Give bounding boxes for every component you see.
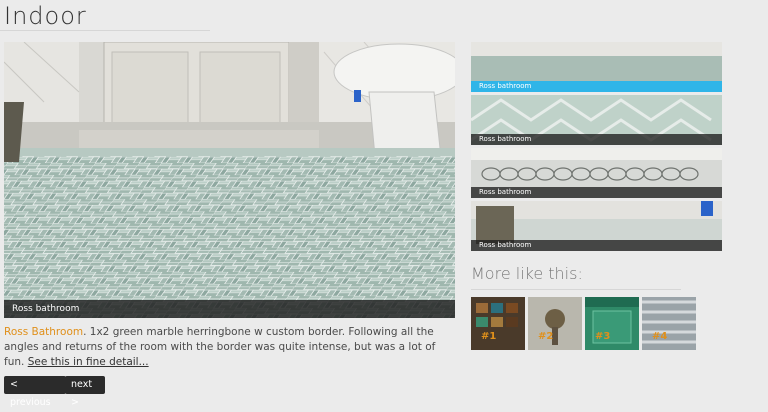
thumbnail-caption: Ross bathroom bbox=[471, 240, 722, 251]
related-thumbnail-image bbox=[642, 297, 696, 350]
related-item-number: #2 bbox=[538, 331, 554, 342]
related-thumbnail-image bbox=[528, 297, 582, 350]
related-thumbnail-image bbox=[585, 297, 639, 350]
bathroom-floor-image bbox=[4, 42, 455, 318]
related-item-2[interactable]: #2 bbox=[528, 297, 582, 350]
photo-description: Ross Bathroom. 1x2 green marble herringb… bbox=[4, 325, 454, 370]
related-thumbnail-image bbox=[471, 297, 525, 350]
related-item-number: #1 bbox=[481, 331, 497, 342]
thumbnail-1[interactable]: Ross bathroom bbox=[471, 42, 722, 92]
project-name[interactable]: Ross Bathroom bbox=[4, 326, 83, 338]
related-item-1[interactable]: #1 bbox=[471, 297, 525, 350]
thumbnail-caption: Ross bathroom bbox=[471, 134, 722, 145]
thumbnail-caption: Ross bathroom bbox=[471, 81, 722, 92]
thumbnail-2[interactable]: Ross bathroom bbox=[471, 95, 722, 145]
more-like-this-heading: More like this: bbox=[471, 264, 583, 283]
thumbnail-4[interactable]: Ross bathroom bbox=[471, 201, 722, 251]
next-button[interactable]: next > bbox=[65, 376, 105, 408]
thumbnail-caption: Ross bathroom bbox=[471, 187, 722, 198]
related-item-number: #3 bbox=[595, 331, 611, 342]
related-item-3[interactable]: #3 bbox=[585, 297, 639, 350]
fine-detail-link[interactable]: See this in fine detail... bbox=[28, 356, 149, 368]
thumbnail-3[interactable]: Ross bathroom bbox=[471, 148, 722, 198]
main-photo[interactable]: Ross bathroom bbox=[4, 42, 455, 318]
previous-button[interactable]: < previous bbox=[4, 376, 66, 408]
page-title: Indoor bbox=[4, 2, 87, 30]
main-photo-caption: Ross bathroom bbox=[4, 300, 455, 318]
more-like-this-divider bbox=[471, 289, 681, 290]
related-item-number: #4 bbox=[652, 331, 668, 342]
title-divider bbox=[0, 30, 210, 31]
related-item-4[interactable]: #4 bbox=[642, 297, 696, 350]
